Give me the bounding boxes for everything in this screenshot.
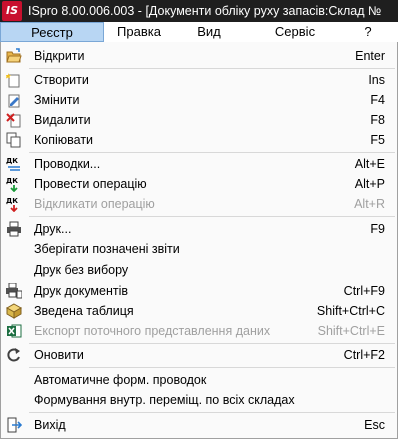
delete-icon [6,112,22,128]
menu-item-exit[interactable]: Вихід Esc [1,415,397,435]
menu-item-label: Друк без вибору [34,263,129,277]
menu-item-shortcut: Alt+P [354,177,385,191]
exit-icon [6,417,23,433]
pivot-table-icon [5,303,23,319]
menu-item-label: Зведена таблиця [34,304,134,318]
menu-item-edit[interactable]: Змінити F4 [1,90,397,110]
menu-item-label: Провести операцію [34,177,147,191]
menu-item-delete[interactable]: Видалити F8 [1,110,397,130]
menu-servis[interactable]: Сервіс [252,22,338,42]
menu-separator [29,367,395,368]
menu-help[interactable]: ? [338,22,398,42]
menu-item-shortcut: Ctrl+F9 [343,284,385,298]
refresh-icon [6,347,22,363]
menu-item-internal-transfers[interactable]: Формування внутр. перемiщ. по всіх склад… [1,390,397,410]
app-logo-icon: IS [2,1,22,21]
edit-icon [6,92,22,108]
print-icon [6,221,22,237]
open-icon [6,48,22,64]
menu-item-label: Створити [34,73,89,87]
svg-text:ДК: ДК [6,197,18,205]
print-documents-icon [6,282,23,299]
menu-item-print-documents[interactable]: Друк документів Ctrl+F9 [1,281,397,301]
menu-item-label: Видалити [34,113,91,127]
menu-separator [29,343,395,344]
menu-item-print-without-selection[interactable]: Друк без вибору [1,260,397,280]
menu-item-save-marked-reports[interactable]: Зберігати позначені звіти [1,239,397,259]
menu-separator [29,152,395,153]
svg-text:ДК: ДК [6,177,18,185]
menu-item-auto-postings[interactable]: Автоматичне форм. проводок [1,370,397,390]
menu-vyd[interactable]: Вид [174,22,244,42]
menu-item-copy[interactable]: Копіювати F5 [1,130,397,150]
menu-item-label: Відкрити [34,49,85,63]
menu-item-label: Оновити [34,348,84,362]
menu-item-open[interactable]: Відкрити Enter [1,46,397,66]
menu-item-shortcut: Esc [364,418,385,432]
menu-item-shortcut: F5 [370,133,385,147]
menu-reestr[interactable]: Реєстр [0,22,104,42]
window-title: ISpro 8.00.006.003 - [Документи обліку р… [28,4,382,18]
excel-export-icon [6,323,22,339]
menu-item-shortcut: Ctrl+F2 [343,348,385,362]
menu-item-label: Формування внутр. перемiщ. по всіх склад… [34,393,295,407]
copy-icon [6,132,22,148]
menu-item-label: Копіювати [34,133,94,147]
menu-item-label: Друк документів [34,284,129,298]
menu-item-label: Проводки... [34,157,101,171]
create-icon [6,72,22,88]
menu-item-label: Змінити [34,93,80,107]
menu-item-shortcut: Alt+R [354,197,385,211]
svg-text:ДК: ДК [6,157,18,165]
menu-item-shortcut: Ins [368,73,385,87]
menu-item-label: Зберігати позначені звіти [34,242,180,256]
reestr-dropdown-menu: Відкрити Enter Створити Ins Змінити F4 В… [0,42,398,439]
menu-item-label: Експорт поточного представлення даних [34,324,271,338]
menu-item-export-data-view: Експорт поточного представлення даних Sh… [1,321,397,341]
menu-item-label: Друк... [34,222,72,236]
post-operation-icon: ДК [6,176,22,193]
menu-item-label: Відкликати операцію [34,197,155,211]
menu-item-post-operation[interactable]: ДК Провести операцію Alt+P [1,174,397,194]
menu-item-shortcut: F8 [370,113,385,127]
menu-item-shortcut: F9 [370,222,385,236]
menu-item-shortcut: F4 [370,93,385,107]
menu-separator [29,412,395,413]
menu-separator [29,216,395,217]
menu-item-shortcut: Shift+Ctrl+C [316,304,385,318]
menu-item-shortcut: Alt+E [354,157,385,171]
menu-item-label: Вихід [34,418,66,432]
postings-icon: ДК [6,156,22,172]
menu-item-revoke-operation: ДК Відкликати операцію Alt+R [1,194,397,214]
menu-item-pivot-table[interactable]: Зведена таблиця Shift+Ctrl+C [1,301,397,321]
menu-separator [29,68,395,69]
menubar: Реєстр Правка Вид Сервіс ? [0,22,398,43]
menu-item-create[interactable]: Створити Ins [1,70,397,90]
menu-item-shortcut: Enter [355,49,385,63]
menu-item-print[interactable]: Друк... F9 [1,219,397,239]
menu-pravka[interactable]: Правка [104,22,174,42]
menu-item-refresh[interactable]: Оновити Ctrl+F2 [1,345,397,365]
menu-item-postings[interactable]: ДК Проводки... Alt+E [1,154,397,174]
menu-item-shortcut: Shift+Ctrl+E [317,324,385,338]
menu-item-label: Автоматичне форм. проводок [34,373,207,387]
revoke-operation-icon: ДК [6,196,22,213]
window-titlebar: IS ISpro 8.00.006.003 - [Документи облік… [0,0,398,22]
